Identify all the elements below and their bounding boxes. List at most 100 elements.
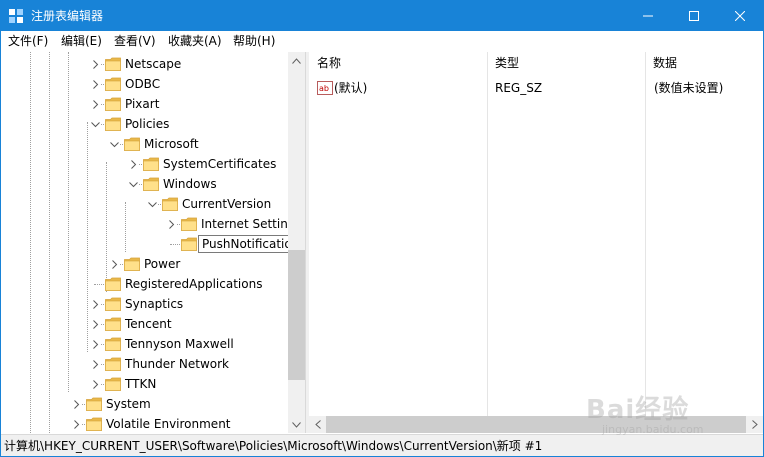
chevron-right-icon[interactable]: [127, 158, 139, 170]
tree-node-pushnotifications[interactable]: PushNotifications: [1, 234, 305, 254]
folder-icon: [124, 257, 140, 271]
tree-node-label: Windows: [163, 177, 217, 191]
folder-icon: [162, 197, 178, 211]
tree-node-microsoft[interactable]: Microsoft: [1, 134, 288, 154]
minimize-button[interactable]: [625, 1, 671, 31]
tree-node-odbc[interactable]: ODBC: [1, 74, 288, 94]
column-type-header[interactable]: 类型: [487, 52, 645, 74]
folder-icon: [105, 57, 121, 71]
value-name-cell[interactable]: (默认): [334, 80, 367, 96]
tree-node-system[interactable]: System: [1, 394, 288, 414]
chevron-right-icon[interactable]: [89, 58, 101, 70]
values-list[interactable]: 名称 类型 数据 ab (默认) REG_SZ (数值未设置): [309, 52, 763, 433]
column-separator: [645, 52, 646, 417]
tree-node-netscape[interactable]: Netscape: [1, 54, 288, 74]
scroll-right-button[interactable]: [746, 416, 763, 433]
chevron-right-icon[interactable]: [89, 98, 101, 110]
chevron-down-icon: [292, 421, 301, 428]
chevron-right-icon[interactable]: [165, 218, 177, 230]
value-data-cell: (数值未设置): [654, 81, 724, 95]
folder-icon: [105, 337, 121, 351]
tree-node-label: Internet Settings: [201, 217, 302, 231]
tree-node-label: Synaptics: [125, 297, 184, 311]
menu-file[interactable]: 文件(F): [7, 33, 49, 49]
tree-node-registeredapplications[interactable]: RegisteredApplications: [1, 274, 288, 294]
chevron-up-icon: [292, 57, 301, 64]
folder-icon: [105, 97, 121, 111]
tree-node-label: Tennyson Maxwell: [125, 337, 234, 351]
chevron-left-icon: [314, 420, 321, 429]
menu-view[interactable]: 查看(V): [113, 33, 157, 49]
chevron-right-icon[interactable]: [89, 318, 101, 330]
tree-node-pixart[interactable]: Pixart: [1, 94, 288, 114]
tree-node-volatile-environment[interactable]: Volatile Environment: [1, 414, 288, 433]
chevron-right-icon[interactable]: [89, 378, 101, 390]
chevron-right-icon[interactable]: [108, 258, 120, 270]
tree-node-label: TTKN: [125, 377, 157, 391]
column-name-header[interactable]: 名称: [309, 52, 487, 74]
chevron-right-icon[interactable]: [70, 418, 82, 430]
string-value-icon: ab: [317, 81, 333, 95]
chevron-right-icon[interactable]: [89, 338, 101, 350]
folder-icon: [86, 397, 102, 411]
chevron-right-icon[interactable]: [70, 398, 82, 410]
menu-edit[interactable]: 编辑(E): [60, 33, 103, 49]
folder-icon: [105, 377, 121, 391]
tree-node-currentversion[interactable]: CurrentVersion: [1, 194, 288, 214]
tree-node-internet-settings[interactable]: Internet Settings: [1, 214, 302, 234]
folder-icon: [143, 157, 159, 171]
menu-bar: 文件(F) 编辑(E) 查看(V) 收藏夹(A) 帮助(H): [1, 31, 763, 51]
scroll-left-button[interactable]: [309, 416, 326, 433]
watermark-brand: Bai经验: [586, 395, 690, 425]
chevron-down-icon[interactable]: [127, 178, 139, 190]
chevron-right-icon[interactable]: [89, 78, 101, 90]
chevron-right-icon[interactable]: [89, 358, 101, 370]
regedit-app-icon: [9, 9, 23, 23]
value-type-cell: REG_SZ: [495, 81, 543, 95]
tree-node-tennyson-maxwell[interactable]: Tennyson Maxwell: [1, 334, 288, 354]
folder-icon: [124, 137, 140, 151]
registry-tree[interactable]: Netscape ODBC Pixart Policies Microsoft Syste…: [1, 52, 305, 433]
minimize-icon: [643, 15, 653, 17]
tree-node-label: System: [106, 397, 151, 411]
folder-icon: [105, 277, 121, 291]
tree-node-synaptics[interactable]: Synaptics: [1, 294, 288, 314]
column-data-header[interactable]: 数据: [645, 52, 763, 74]
column-separator: [487, 52, 488, 417]
folder-icon: [181, 237, 197, 251]
scroll-up-button[interactable]: [288, 52, 305, 69]
window-title: 注册表编辑器: [31, 9, 104, 23]
tree-node-thunder-network[interactable]: Thunder Network: [1, 354, 288, 374]
chevron-right-icon[interactable]: [89, 298, 101, 310]
tree-node-label: Netscape: [125, 57, 182, 71]
tree-node-label: CurrentVersion: [182, 197, 272, 211]
tree-node-tencent[interactable]: Tencent: [1, 314, 288, 334]
tree-node-windows[interactable]: Windows: [1, 174, 288, 194]
close-icon: [735, 11, 745, 21]
chevron-right-icon: [751, 420, 758, 429]
menu-favorites[interactable]: 收藏夹(A): [167, 33, 223, 49]
maximize-button[interactable]: [671, 1, 717, 31]
tree-branch-line: [170, 244, 180, 245]
svg-text:ab: ab: [319, 84, 329, 93]
close-button[interactable]: [717, 1, 763, 31]
chevron-down-icon[interactable]: [89, 118, 101, 130]
chevron-down-icon[interactable]: [108, 138, 120, 150]
tree-node-label: Microsoft: [144, 137, 199, 151]
tree-node-systemcertificates[interactable]: SystemCertificates: [1, 154, 288, 174]
tree-vertical-scrollbar[interactable]: [288, 52, 305, 433]
folder-icon: [105, 357, 121, 371]
tree-scroll-thumb[interactable]: [288, 250, 305, 380]
tree-node-power[interactable]: Power: [1, 254, 288, 274]
title-bar[interactable]: 注册表编辑器: [1, 1, 763, 31]
menu-help[interactable]: 帮助(H): [232, 33, 276, 49]
folder-icon: [86, 417, 102, 431]
tree-node-label: RegisteredApplications: [125, 277, 263, 291]
scroll-down-button[interactable]: [288, 416, 305, 433]
tree-node-policies[interactable]: Policies: [1, 114, 288, 134]
tree-node-ttkn[interactable]: TTKN: [1, 374, 288, 394]
chevron-down-icon[interactable]: [146, 198, 158, 210]
folder-icon: [181, 217, 197, 231]
regedit-window: 注册表编辑器 文件(F) 编辑(E) 查看(V) 收藏夹(A) 帮助(H) Ne…: [0, 0, 764, 457]
tree-node-label: Pixart: [125, 97, 160, 111]
